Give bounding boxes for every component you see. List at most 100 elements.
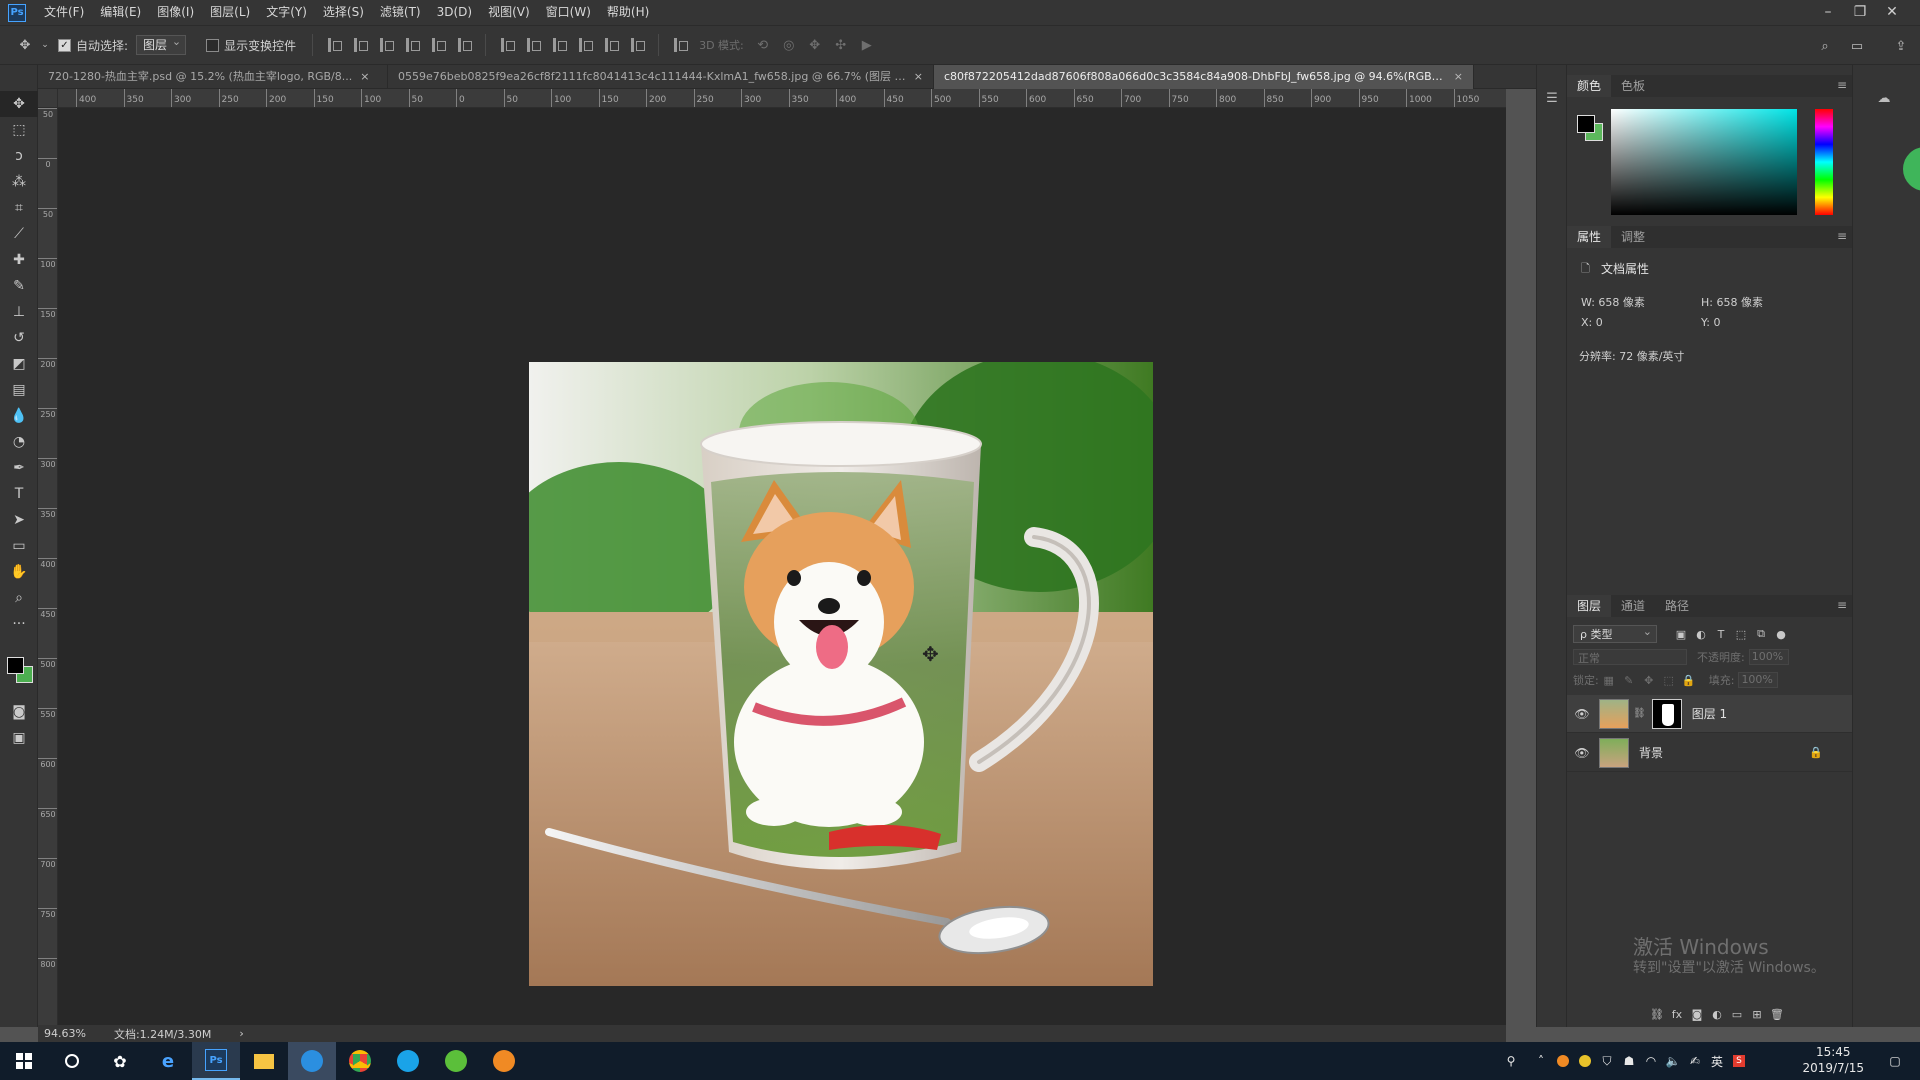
filter-smart-object-icon[interactable]: ⧉ bbox=[1751, 625, 1771, 643]
color-picker-field[interactable] bbox=[1611, 109, 1797, 215]
zoom-level[interactable]: 94.63% bbox=[44, 1027, 86, 1040]
path-selection-tool-icon[interactable]: ➤ bbox=[0, 507, 38, 533]
menu-file[interactable]: 文件(F) bbox=[36, 0, 92, 25]
zoom-tool-icon[interactable]: ⌕ bbox=[0, 585, 38, 611]
chrome-icon[interactable] bbox=[336, 1042, 384, 1080]
hue-slider[interactable] bbox=[1815, 109, 1833, 215]
tab-color[interactable]: 颜色 bbox=[1567, 75, 1612, 97]
orange-app-icon[interactable] bbox=[480, 1042, 528, 1080]
align-right-icon[interactable] bbox=[454, 35, 474, 55]
link-layers-icon[interactable]: ⛓ bbox=[1647, 1005, 1667, 1023]
adjustment-layer-icon[interactable]: ◐ bbox=[1707, 1005, 1727, 1023]
tab-document-1[interactable]: 720-1280-热血主宰.psd @ 15.2% (热血主宰logo, RGB… bbox=[38, 65, 388, 89]
fill-field[interactable]: 100% bbox=[1738, 672, 1779, 688]
history-panel-icon[interactable]: ☰ bbox=[1541, 87, 1563, 109]
tray-network-app-icon[interactable]: ☗ bbox=[1618, 1042, 1640, 1080]
menu-select[interactable]: 选择(S) bbox=[315, 0, 372, 25]
ie-browser-icon[interactable]: e bbox=[144, 1042, 192, 1080]
width-value[interactable]: W: 658 像素 bbox=[1581, 294, 1645, 310]
healing-brush-tool-icon[interactable]: ✚ bbox=[0, 247, 38, 273]
tab-properties[interactable]: 属性 bbox=[1567, 226, 1612, 248]
opacity-field[interactable]: 100% bbox=[1748, 649, 1789, 665]
visibility-eye-icon[interactable]: 👁 bbox=[1571, 746, 1593, 760]
wifi-icon[interactable]: ◠ bbox=[1640, 1042, 1662, 1080]
auto-select-dropdown[interactable]: 图层 bbox=[136, 33, 187, 55]
more-tools-icon[interactable]: ··· bbox=[0, 611, 38, 637]
brush-tool-icon[interactable]: ✎ bbox=[0, 273, 38, 299]
distribute-top-icon[interactable] bbox=[497, 35, 517, 55]
chat-app-icon[interactable] bbox=[384, 1042, 432, 1080]
restore-icon[interactable]: ❐ bbox=[1844, 0, 1876, 25]
3d-roll-icon[interactable]: ◎ bbox=[778, 34, 800, 56]
tab-paths[interactable]: 路径 bbox=[1655, 595, 1699, 617]
align-vcenter-icon[interactable] bbox=[350, 35, 370, 55]
marquee-tool-icon[interactable]: ⬚ bbox=[0, 117, 38, 143]
blend-mode-dropdown[interactable]: 正常 bbox=[1573, 649, 1687, 665]
layer-name[interactable]: 图层 1 bbox=[1692, 705, 1727, 722]
menu-image[interactable]: 图像(I) bbox=[149, 0, 202, 25]
distribute-right-icon[interactable] bbox=[627, 35, 647, 55]
close-icon[interactable]: × bbox=[914, 65, 923, 89]
panel-menu-icon[interactable]: ≡ bbox=[1837, 78, 1847, 92]
align-top-icon[interactable] bbox=[324, 35, 344, 55]
menu-layer[interactable]: 图层(L) bbox=[202, 0, 258, 25]
delete-layer-icon[interactable]: 🗑 bbox=[1767, 1005, 1787, 1023]
height-value[interactable]: H: 658 像素 bbox=[1701, 294, 1763, 310]
menu-3d[interactable]: 3D(D) bbox=[429, 0, 480, 25]
close-icon[interactable]: ✕ bbox=[1876, 0, 1908, 25]
tab-layers[interactable]: 图层 bbox=[1567, 595, 1612, 617]
new-layer-icon[interactable]: ⊞ bbox=[1747, 1005, 1767, 1023]
tab-adjustments[interactable]: 调整 bbox=[1611, 226, 1655, 248]
lock-artboard-icon[interactable]: ⬚ bbox=[1659, 671, 1679, 689]
visibility-eye-icon[interactable]: 👁 bbox=[1571, 707, 1593, 721]
dodge-tool-icon[interactable]: ◔ bbox=[0, 429, 38, 455]
auto-select-checkbox[interactable]: ✓ bbox=[58, 38, 71, 52]
tab-swatches[interactable]: 色板 bbox=[1611, 75, 1655, 97]
layer-row-background[interactable]: 👁 背景 🔒 bbox=[1567, 734, 1853, 772]
panel-menu-icon[interactable]: ≡ bbox=[1837, 229, 1847, 243]
search-icon[interactable]: ⌕ bbox=[1814, 35, 1836, 57]
layer-style-icon[interactable]: fx bbox=[1667, 1005, 1687, 1023]
distribute-hcenter-icon[interactable] bbox=[601, 35, 621, 55]
eyedropper-tool-icon[interactable]: ⟋ bbox=[0, 221, 38, 247]
auto-align-icon[interactable] bbox=[670, 35, 690, 55]
libraries-icon[interactable]: ☁ bbox=[1873, 87, 1895, 109]
app-launcher-icon[interactable]: ✿ bbox=[96, 1042, 144, 1080]
tray-expand-icon[interactable]: ˄ bbox=[1530, 1042, 1552, 1080]
status-menu-arrow-icon[interactable]: › bbox=[239, 1027, 243, 1040]
document-image[interactable] bbox=[529, 362, 1153, 986]
photoshop-taskbar-icon[interactable]: Ps bbox=[192, 1042, 240, 1080]
align-left-icon[interactable] bbox=[402, 35, 422, 55]
clock[interactable]: 15:45 2019/7/15 bbox=[1802, 1044, 1864, 1076]
tool-preset-chevron-icon[interactable]: ⌄ bbox=[40, 34, 50, 56]
ime-indicator[interactable]: 英 bbox=[1706, 1042, 1728, 1080]
notification-icon[interactable]: ▢ bbox=[1884, 1042, 1906, 1080]
vertical-ruler[interactable]: 50 0 50 100 150 200 250 300 350 400 450 500 550 600 65… bbox=[38, 108, 58, 1025]
foreground-color-swatch[interactable] bbox=[7, 657, 24, 674]
pen-tool-icon[interactable]: ✒ bbox=[0, 455, 38, 481]
eraser-tool-icon[interactable]: ◩ bbox=[0, 351, 38, 377]
show-transform-checkbox[interactable] bbox=[206, 38, 220, 52]
close-icon[interactable]: × bbox=[360, 65, 369, 89]
filter-adjustment-icon[interactable]: ◐ bbox=[1691, 625, 1711, 643]
menu-type[interactable]: 文字(Y) bbox=[258, 0, 315, 25]
distribute-left-icon[interactable] bbox=[575, 35, 595, 55]
feather-app-icon[interactable] bbox=[288, 1042, 336, 1080]
menu-view[interactable]: 视图(V) bbox=[480, 0, 538, 25]
tray-app-icon-orange[interactable] bbox=[1552, 1042, 1574, 1080]
minimize-icon[interactable]: – bbox=[1812, 0, 1844, 25]
tab-document-2[interactable]: 0559e76beb0825f9ea26cf8f2111fc8041413c4c… bbox=[388, 65, 934, 89]
screen-mode-icon[interactable]: ▣ bbox=[0, 725, 38, 751]
tab-document-3[interactable]: c80f872205412dad87606f808a066d0c3c3584c8… bbox=[934, 65, 1474, 89]
panel-menu-icon[interactable]: ≡ bbox=[1837, 598, 1847, 612]
green-app-icon[interactable] bbox=[432, 1042, 480, 1080]
menu-window[interactable]: 窗口(W) bbox=[538, 0, 599, 25]
3d-rotate-icon[interactable]: ⟲ bbox=[752, 34, 774, 56]
horizontal-ruler[interactable]: 400 350 300 250 200 150 100 50 0 50 100 150 200 250 30… bbox=[58, 89, 1506, 108]
gradient-tool-icon[interactable]: ▤ bbox=[0, 377, 38, 403]
lock-all-icon[interactable]: 🔒 bbox=[1679, 671, 1699, 689]
search-icon[interactable] bbox=[48, 1042, 96, 1080]
type-tool-icon[interactable]: T bbox=[0, 481, 38, 507]
close-icon[interactable]: × bbox=[1454, 65, 1463, 89]
magic-wand-tool-icon[interactable]: ⁂ bbox=[0, 169, 38, 195]
